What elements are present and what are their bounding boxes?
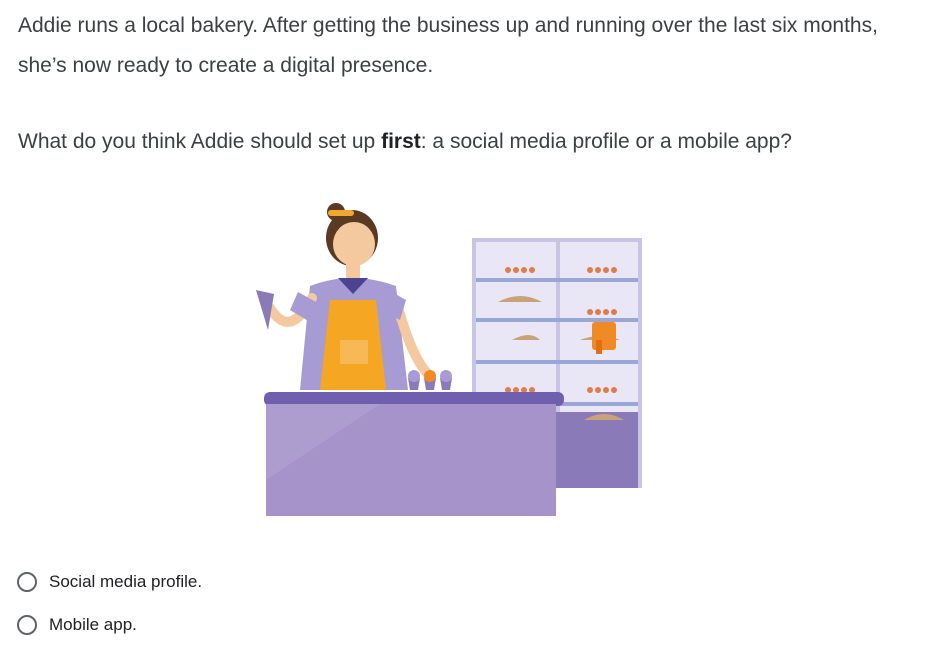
scenario-text: Addie runs a local bakery. After getting…	[18, 14, 878, 77]
option-label: Social media profile.	[49, 572, 203, 591]
radio-button[interactable]	[17, 572, 37, 592]
option-social-media-profile[interactable]: Social media profile.	[16, 562, 202, 602]
bakery-counter	[264, 392, 564, 516]
cupcakes	[408, 370, 452, 390]
radio-button[interactable]	[17, 615, 37, 635]
bakery-illustration	[256, 203, 642, 516]
question-text: What do you think Addie should set up fi…	[18, 122, 938, 162]
option-label: Mobile app.	[49, 615, 137, 634]
question-text-end: : a social media profile or a mobile app…	[420, 130, 792, 153]
option-mobile-app[interactable]: Mobile app.	[16, 605, 202, 645]
question-text-start: What do you think Addie should set up	[18, 130, 382, 153]
answer-options: Social media profile. Mobile app.	[16, 562, 202, 648]
question-emphasis: first	[381, 130, 421, 153]
baker-figure	[256, 203, 435, 390]
